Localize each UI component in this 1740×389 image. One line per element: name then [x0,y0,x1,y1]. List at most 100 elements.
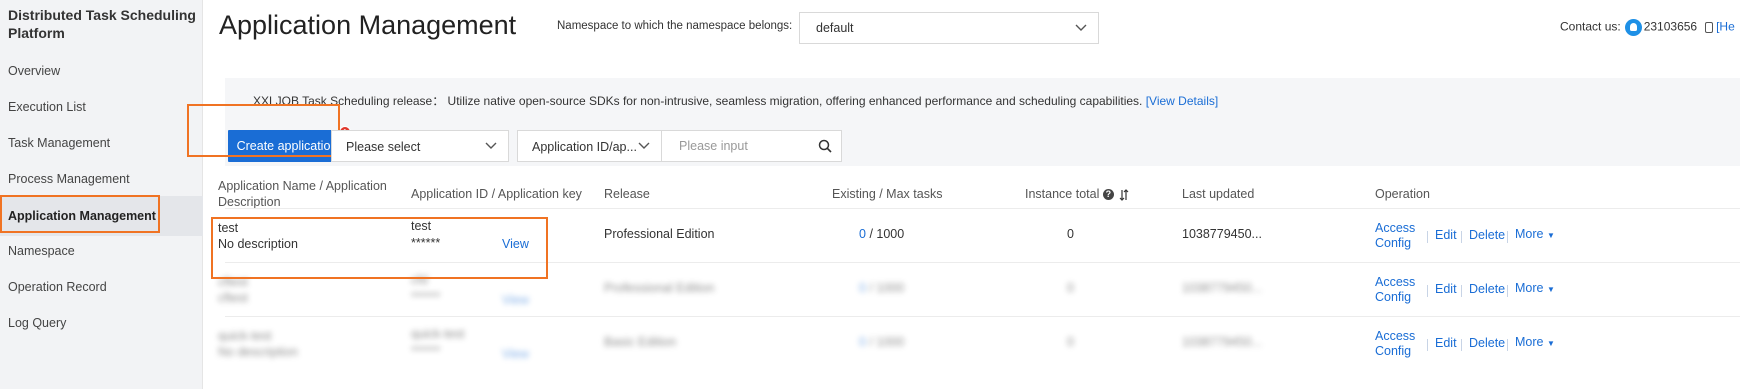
help-icon[interactable]: ? [1102,189,1114,201]
instance-total: 0 [1067,227,1074,241]
sidebar-item-execution-list[interactable]: Execution List [8,87,198,127]
page-title: Application Management [219,10,517,40]
header-instances: Instance total ? [1025,186,1129,202]
access-config-link[interactable]: Access Config [1375,329,1421,359]
app-name: quick-test [218,329,272,343]
help-link[interactable]: [He [1716,20,1735,34]
instance-total: 0 [1067,335,1074,349]
existing-tasks[interactable]: 0 [859,227,866,241]
view-details-link[interactable]: [View Details] [1146,94,1218,108]
app-key: ****** [411,236,441,250]
chevron-down-icon [1075,24,1087,31]
notice-text: XXLJOB Task Scheduling release： Utilize … [253,94,1143,108]
view-key-link[interactable]: View [502,347,529,361]
contact-info: Contact us: 23103656 [He [1560,19,1735,36]
last-updated: 1038779450... [1182,281,1262,295]
release: Professional Edition [604,227,715,241]
edit-link[interactable]: Edit [1435,282,1457,296]
delete-link[interactable]: Delete [1469,336,1505,350]
divider [1427,231,1428,243]
instance-total: 0 [1067,281,1074,295]
access-config-link[interactable]: Access Config [1375,275,1421,305]
divider [1427,285,1428,297]
more-label: More [1515,335,1544,349]
sidebar-item-application-management[interactable]: Application Management [0,196,203,236]
divider [1507,231,1508,243]
last-updated: 1038779450... [1182,335,1262,349]
namespace-select[interactable]: default [799,12,1099,44]
edit-link[interactable]: Edit [1435,228,1457,242]
sidebar-item-overview[interactable]: Overview [8,51,198,91]
header-operation: Operation [1375,187,1430,201]
release: Basic Edition [604,335,677,349]
view-key-link[interactable]: View [502,237,529,251]
view-key-link[interactable]: View [502,293,529,307]
namespace-value: default [816,21,854,35]
table-row: quick-test No description quick-test ***… [218,316,1740,370]
task-count: 0 / 1000 [859,281,904,295]
app-key: ****** [411,290,441,304]
search-input[interactable] [662,131,812,161]
sidebar-item-log-query[interactable]: Log Query [8,303,198,343]
caret-down-icon: ▼ [1546,231,1555,240]
access-config-link[interactable]: Access Config [1375,221,1421,251]
chevron-down-icon [485,142,497,149]
caret-down-icon: ▼ [1546,339,1555,348]
qq-icon [1624,19,1642,36]
header-updated: Last updated [1182,187,1255,201]
platform-title: Distributed Task Scheduling Platform [8,7,196,41]
search-icon[interactable] [818,139,832,153]
applications-table: Application Name / Application Descripti… [218,166,1740,389]
sidebar-item-operation-record[interactable]: Operation Record [8,267,198,307]
divider [1427,339,1428,351]
task-count: 0 / 1000 [859,227,904,241]
divider [1461,285,1462,297]
filter-field-select[interactable]: Application ID/ap... [517,130,662,162]
sidebar: Distributed Task Scheduling Platform Ove… [0,0,203,389]
header-tasks: Existing / Max tasks [832,187,943,201]
app-name: cftest [218,275,248,289]
task-count: 0 / 1000 [859,335,904,349]
header-instances-label: Instance total [1025,187,1100,201]
existing-tasks[interactable]: 0 [859,335,866,349]
header-name: Application Name / Application Descripti… [218,179,387,209]
last-updated: 1038779450... [1182,227,1262,241]
app-id: test [411,219,432,233]
create-application-button[interactable]: Create application [228,130,346,162]
sidebar-item-namespace[interactable]: Namespace [8,231,198,271]
header-app-id: Application ID / Application key [411,187,582,201]
sort-icon[interactable] [1119,188,1129,201]
table-row: cftest cftest cfd ****** View Profession… [218,262,1740,316]
contact-label: Contact us: [1560,19,1621,34]
edition-select-value: Please select [346,140,421,154]
namespace-label: Namespace to which the namespace belongs… [557,20,793,32]
divider [1507,339,1508,351]
main-panel: Application Management Namespace to whic… [187,0,1740,389]
app-desc: No description [218,345,298,359]
divider [1507,285,1508,297]
phone-icon [1705,22,1714,33]
delete-link[interactable]: Delete [1469,282,1505,296]
more-label: More [1515,281,1544,295]
max-tasks: / 1000 [869,281,905,295]
divider [1461,231,1462,243]
release-notice: XXLJOB Task Scheduling release： Utilize … [253,92,1218,109]
sidebar-item-task-management[interactable]: Task Management [8,123,198,163]
edit-link[interactable]: Edit [1435,336,1457,350]
more-label: More [1515,227,1544,241]
table-row: test No description test ****** View Pro… [218,208,1740,262]
app-desc: cftest [218,291,248,305]
sidebar-item-process-management[interactable]: Process Management [8,159,198,199]
app-key: ****** [411,344,441,358]
edition-select[interactable]: Please select [331,130,509,162]
existing-tasks[interactable]: 0 [859,281,866,295]
app-id: cfd [411,273,428,287]
more-dropdown[interactable]: More ▼ [1515,281,1555,295]
chevron-down-icon [638,142,650,149]
more-dropdown[interactable]: More ▼ [1515,335,1555,349]
header-release: Release [604,187,650,201]
delete-link[interactable]: Delete [1469,228,1505,242]
app-id: quick-test [411,327,465,341]
app-desc: No description [218,237,298,251]
more-dropdown[interactable]: More ▼ [1515,227,1555,241]
